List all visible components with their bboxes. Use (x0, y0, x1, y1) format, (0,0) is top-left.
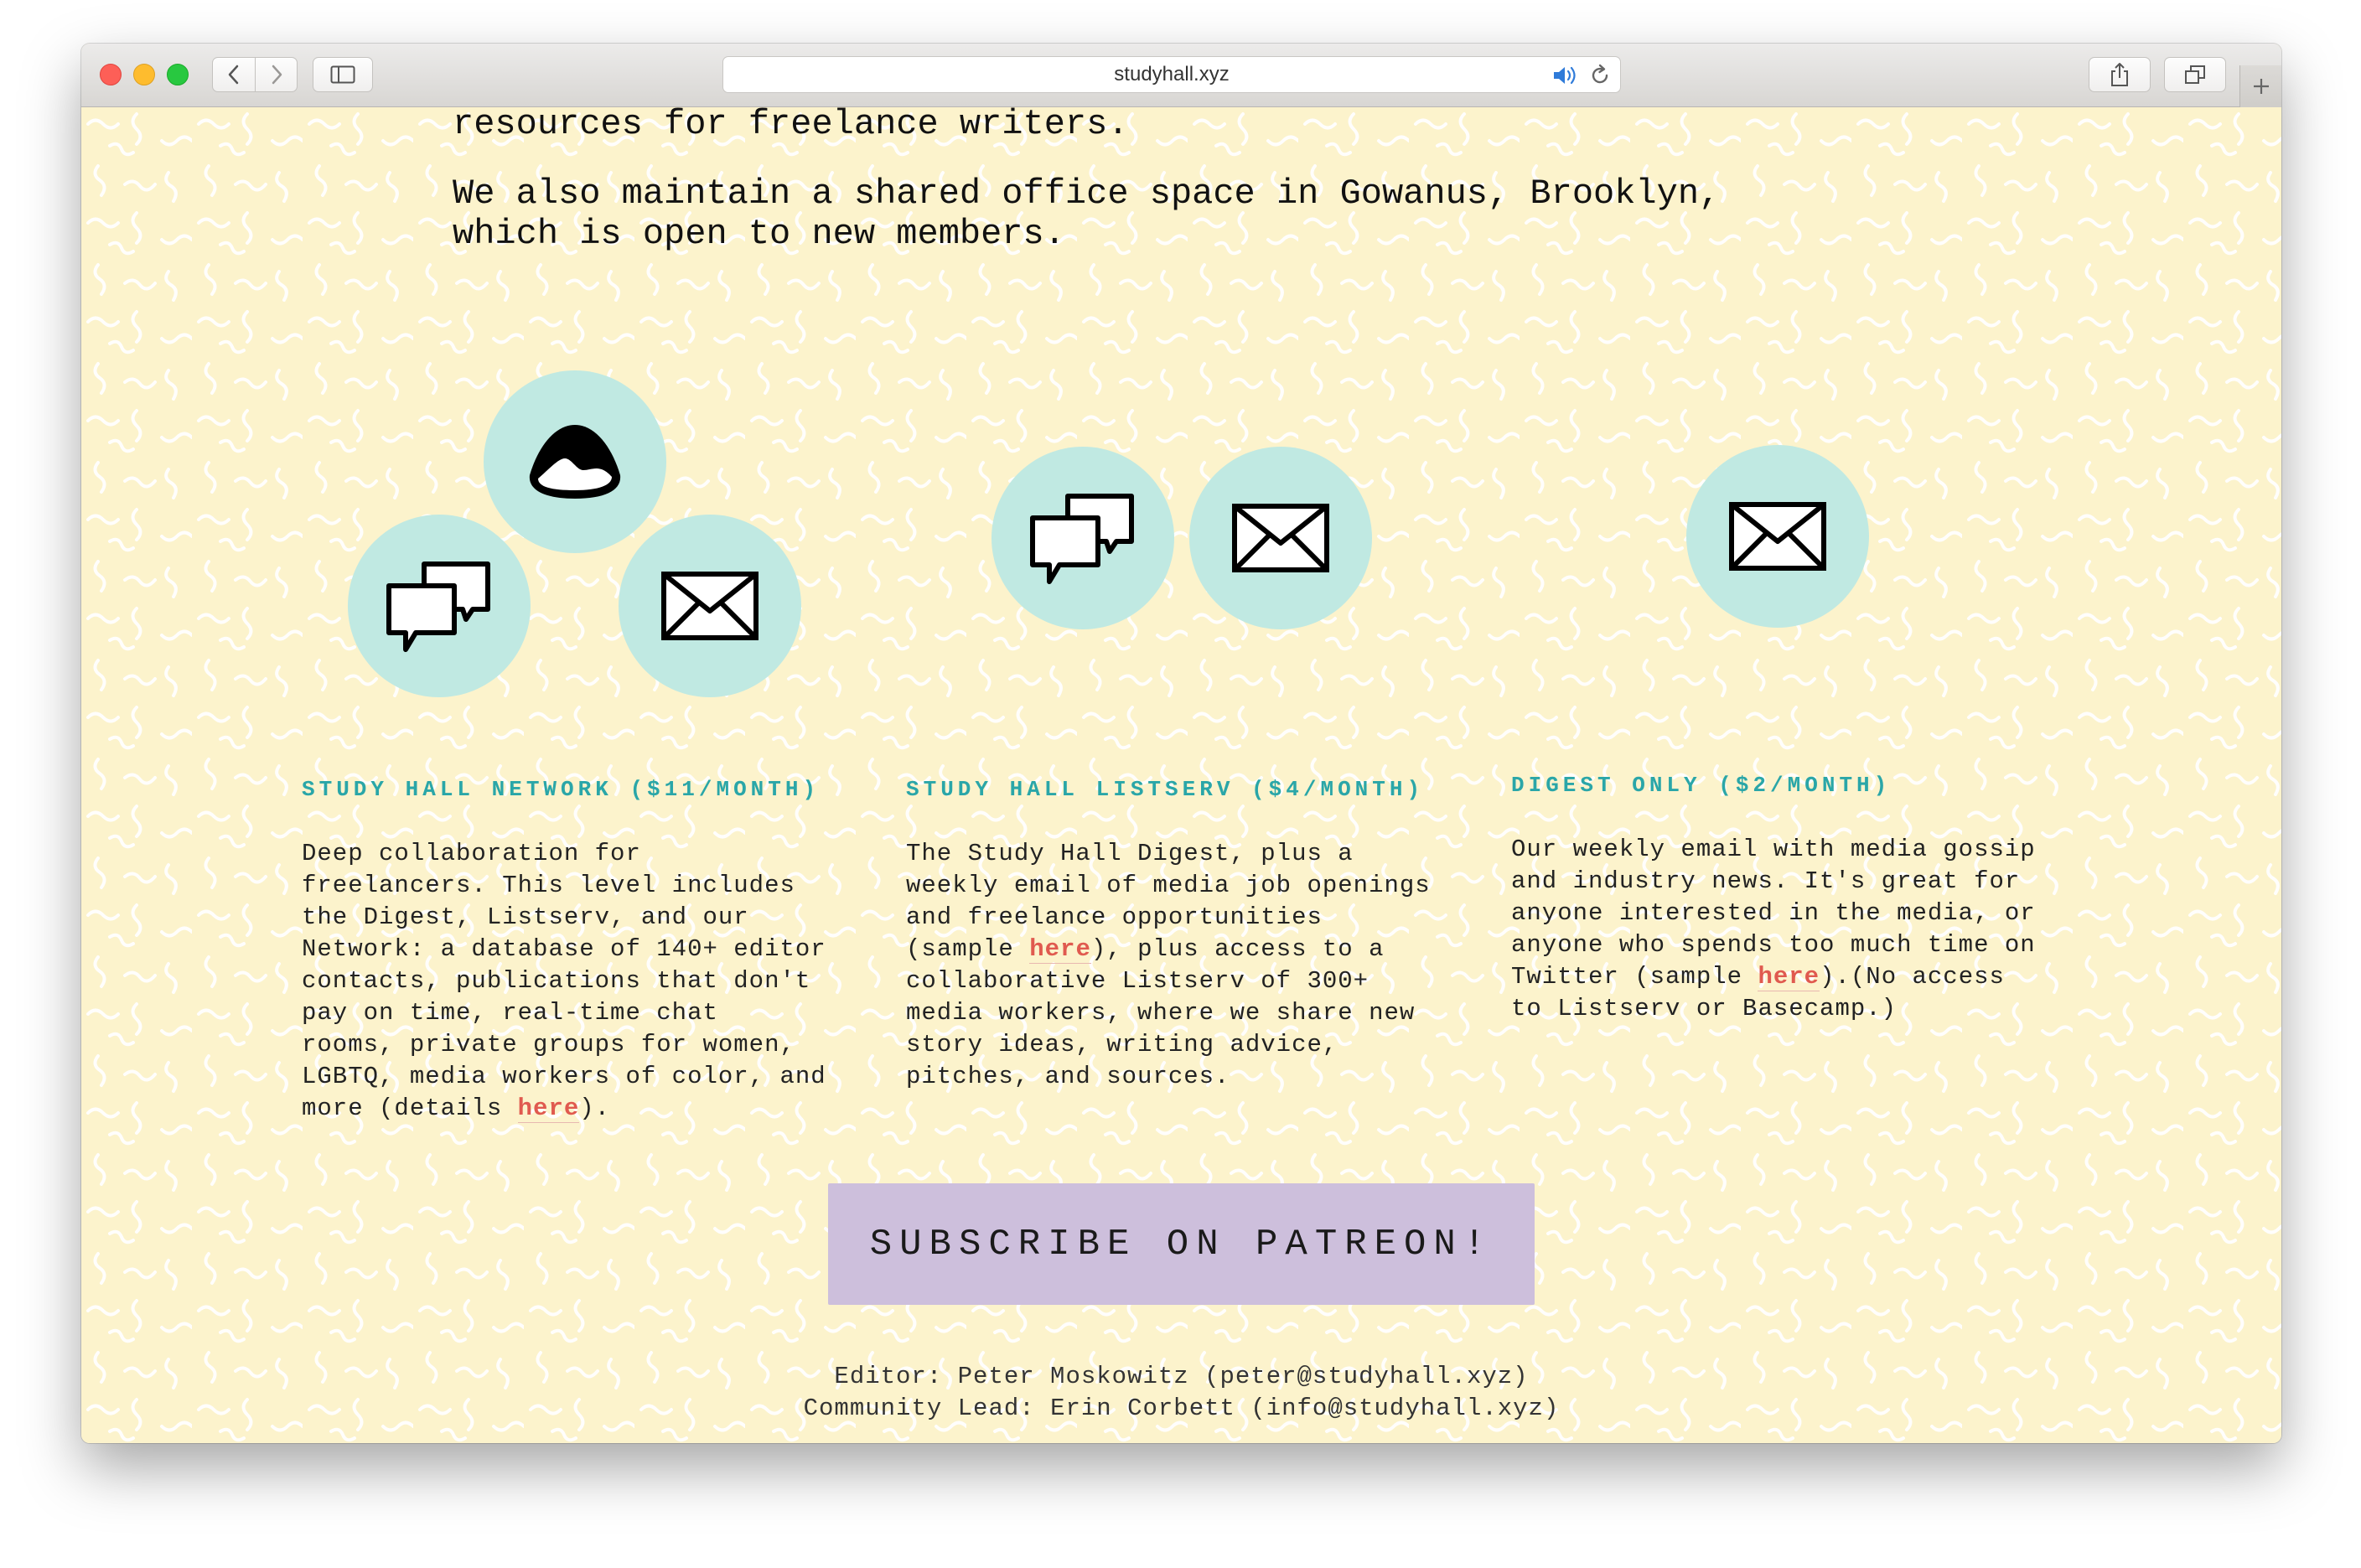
digest-sample-link[interactable]: here (1758, 963, 1820, 991)
tier-title-network: STUDY HALL NETWORK ($11/MONTH) (302, 777, 821, 802)
forward-button[interactable] (256, 58, 298, 91)
plus-icon (2254, 79, 2269, 94)
new-tab-button[interactable] (2239, 65, 2281, 107)
tabs-overview-icon (2185, 65, 2205, 84)
chevron-right-icon (272, 65, 282, 85)
window-close-button[interactable] (100, 64, 122, 85)
chat-bubbles-icon (1030, 494, 1134, 584)
listserv-sample-link[interactable]: here (1029, 935, 1091, 964)
office-space-text: We also maintain a shared office space i… (453, 173, 1877, 254)
browser-toolbar: studyhall.xyz (81, 44, 2281, 107)
tier-description-digest: Our weekly email with media gossip and i… (1511, 834, 2036, 1025)
basecamp-icon (529, 425, 621, 499)
reload-icon[interactable] (1588, 64, 1612, 91)
intro-text: resources for freelance writers. (453, 107, 1129, 144)
share-icon (2111, 63, 2128, 86)
speaker-icon[interactable] (1551, 64, 1578, 91)
envelope-icon (661, 572, 759, 640)
share-button[interactable] (2089, 57, 2151, 92)
subscribe-patreon-button[interactable]: SUBSCRIBE ON PATREON! (828, 1183, 1535, 1305)
envelope-icon (1232, 504, 1329, 572)
tabs-overview-button[interactable] (2164, 57, 2226, 92)
tier-description-network-end: ). (579, 1094, 611, 1122)
listserv-envelope-circle (1189, 447, 1372, 629)
office-space-line-1: We also maintain a shared office space i… (453, 173, 1721, 214)
details-link[interactable]: here (517, 1094, 580, 1123)
sidebar-button[interactable] (313, 57, 373, 92)
tier-description-network: Deep collaboration for freelancers. This… (302, 838, 826, 1125)
tier-description-listserv: The Study Hall Digest, plus a weekly ema… (906, 838, 1431, 1093)
network-envelope-circle (619, 515, 801, 697)
page-content: resources for freelance writers. We also… (81, 107, 2281, 1443)
tier-title-listserv: STUDY HALL LISTSERV ($4/MONTH) (906, 777, 1425, 802)
sidebar-icon (330, 65, 355, 84)
tier-title-digest: DIGEST ONLY ($2/MONTH) (1511, 773, 1892, 798)
chevron-left-icon (228, 65, 239, 85)
tier-description-network-text: Deep collaboration for freelancers. This… (302, 840, 826, 1122)
url-text: studyhall.xyz (1114, 63, 1230, 85)
network-chat-circle (348, 515, 531, 697)
back-button[interactable] (213, 58, 255, 91)
chat-bubbles-icon (386, 561, 490, 652)
network-basecamp-circle (484, 370, 666, 553)
window-zoom-button[interactable] (167, 64, 189, 85)
address-bar[interactable]: studyhall.xyz (722, 56, 1621, 93)
browser-window: studyhall.xyz resources for freelance wr… (81, 44, 2281, 1443)
listserv-chat-circle (992, 447, 1174, 629)
digest-envelope-circle (1686, 445, 1869, 628)
office-space-line-2: which is open to new members. (453, 214, 1065, 254)
footer-editor: Editor: Peter Moskowitz (peter@studyhall… (834, 1363, 1529, 1390)
history-navigation (212, 57, 298, 92)
window-minimize-button[interactable] (133, 64, 155, 85)
footer-community-lead: Community Lead: Erin Corbett (info@study… (803, 1395, 1560, 1422)
envelope-icon (1729, 502, 1826, 571)
